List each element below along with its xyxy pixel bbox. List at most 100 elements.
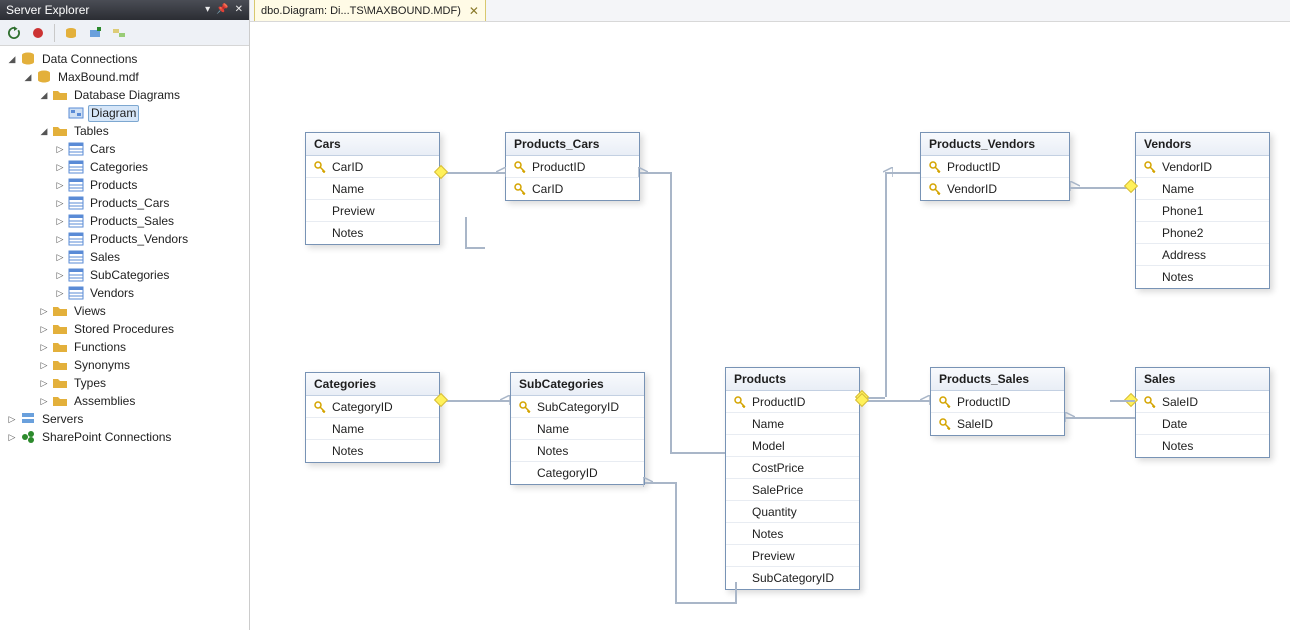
- collapse-icon[interactable]: ◢: [38, 125, 50, 137]
- tree-node-folder[interactable]: ▷Functions: [2, 338, 249, 356]
- table-column[interactable]: SubCategoryID: [511, 396, 644, 418]
- table-column[interactable]: Date: [1136, 413, 1269, 435]
- tree-node-table[interactable]: ▷Products: [2, 176, 249, 194]
- db-table-products[interactable]: ProductsProductIDNameModelCostPriceSaleP…: [725, 367, 860, 590]
- table-column[interactable]: Name: [726, 413, 859, 435]
- expand-icon[interactable]: ▷: [54, 251, 66, 263]
- tree-node-db[interactable]: ◢ MaxBound.mdf: [2, 68, 249, 86]
- close-icon[interactable]: ✕: [235, 0, 243, 20]
- table-column[interactable]: VendorID: [921, 178, 1069, 200]
- refresh-button[interactable]: [4, 23, 24, 43]
- expand-icon[interactable]: ▷: [54, 287, 66, 299]
- table-column[interactable]: Quantity: [726, 501, 859, 523]
- tree-node-table[interactable]: ▷Cars: [2, 140, 249, 158]
- tree-node-table[interactable]: ▷Categories: [2, 158, 249, 176]
- expand-icon[interactable]: ▷: [54, 269, 66, 281]
- tree-node-folder[interactable]: ▷Views: [2, 302, 249, 320]
- expand-icon[interactable]: ▷: [6, 431, 18, 443]
- expand-icon[interactable]: ▷: [38, 323, 50, 335]
- tree-node-diagram-item[interactable]: Diagram: [2, 104, 249, 122]
- tree-node-table[interactable]: ▷Products_Cars: [2, 194, 249, 212]
- table-column[interactable]: Model: [726, 435, 859, 457]
- expand-icon[interactable]: ▷: [38, 305, 50, 317]
- tree-node-folder[interactable]: ▷Stored Procedures: [2, 320, 249, 338]
- diagram-canvas[interactable]: CarsCarIDNamePreviewNotesProducts_CarsPr…: [250, 22, 1290, 630]
- table-column[interactable]: Address: [1136, 244, 1269, 266]
- table-column[interactable]: Name: [306, 178, 439, 200]
- table-header[interactable]: SubCategories: [511, 373, 644, 396]
- link-button[interactable]: [109, 23, 129, 43]
- expand-icon[interactable]: ▷: [38, 359, 50, 371]
- pin-icon[interactable]: 📌: [216, 0, 228, 20]
- tree-node-diagrams[interactable]: ◢ Database Diagrams: [2, 86, 249, 104]
- expand-icon[interactable]: ▷: [54, 179, 66, 191]
- table-column[interactable]: VendorID: [1136, 156, 1269, 178]
- tree-node-servers[interactable]: ▷ Servers: [2, 410, 249, 428]
- db-table-vendors[interactable]: VendorsVendorIDNamePhone1Phone2AddressNo…: [1135, 132, 1270, 289]
- add-server-button[interactable]: [85, 23, 105, 43]
- collapse-icon[interactable]: ◢: [6, 53, 18, 65]
- table-column[interactable]: SaleID: [1136, 391, 1269, 413]
- tree-node-table[interactable]: ▷Products_Sales: [2, 212, 249, 230]
- table-column[interactable]: CategoryID: [306, 396, 439, 418]
- table-header[interactable]: Cars: [306, 133, 439, 156]
- db-table-sales[interactable]: SalesSaleIDDateNotes: [1135, 367, 1270, 458]
- expand-icon[interactable]: ▷: [54, 143, 66, 155]
- collapse-icon[interactable]: ◢: [22, 71, 34, 83]
- table-header[interactable]: Products: [726, 368, 859, 391]
- tab-close-icon[interactable]: ✕: [469, 4, 479, 18]
- db-table-subcategories[interactable]: SubCategoriesSubCategoryIDNameNotesCateg…: [510, 372, 645, 485]
- table-column[interactable]: ProductID: [506, 156, 639, 178]
- tree-node-folder[interactable]: ▷Synonyms: [2, 356, 249, 374]
- db-table-products_sales[interactable]: Products_SalesProductIDSaleID: [930, 367, 1065, 436]
- table-column[interactable]: CostPrice: [726, 457, 859, 479]
- expand-icon[interactable]: ▷: [54, 197, 66, 209]
- db-table-products_vendors[interactable]: Products_VendorsProductIDVendorID: [920, 132, 1070, 201]
- tree-node-data-connections[interactable]: ◢ Data Connections: [2, 50, 249, 68]
- expand-icon[interactable]: ▷: [38, 377, 50, 389]
- table-column[interactable]: SalePrice: [726, 479, 859, 501]
- tree-node-table[interactable]: ▷Sales: [2, 248, 249, 266]
- tree-node-sharepoint[interactable]: ▷ SharePoint Connections: [2, 428, 249, 446]
- db-table-cars[interactable]: CarsCarIDNamePreviewNotes: [305, 132, 440, 245]
- table-header[interactable]: Products_Vendors: [921, 133, 1069, 156]
- table-column[interactable]: Notes: [1136, 266, 1269, 288]
- expand-icon[interactable]: ▷: [6, 413, 18, 425]
- table-column[interactable]: SubCategoryID: [726, 567, 859, 589]
- tree-node-table[interactable]: ▷Products_Vendors: [2, 230, 249, 248]
- expand-icon[interactable]: ▷: [38, 395, 50, 407]
- table-column[interactable]: Notes: [511, 440, 644, 462]
- expand-icon[interactable]: ▷: [54, 233, 66, 245]
- expand-icon[interactable]: ▷: [54, 161, 66, 173]
- table-column[interactable]: ProductID: [931, 391, 1064, 413]
- table-header[interactable]: Products_Cars: [506, 133, 639, 156]
- table-header[interactable]: Sales: [1136, 368, 1269, 391]
- tree-view[interactable]: ◢ Data Connections ◢ MaxBound.mdf ◢ Data…: [0, 46, 249, 630]
- table-column[interactable]: Notes: [306, 440, 439, 462]
- table-column[interactable]: ProductID: [921, 156, 1069, 178]
- collapse-icon[interactable]: ◢: [38, 89, 50, 101]
- table-column[interactable]: SaleID: [931, 413, 1064, 435]
- table-header[interactable]: Categories: [306, 373, 439, 396]
- tree-node-table[interactable]: ▷Vendors: [2, 284, 249, 302]
- stop-button[interactable]: [28, 23, 48, 43]
- table-header[interactable]: Products_Sales: [931, 368, 1064, 391]
- table-column[interactable]: Name: [306, 418, 439, 440]
- table-column[interactable]: ProductID: [726, 391, 859, 413]
- tree-node-folder[interactable]: ▷Types: [2, 374, 249, 392]
- table-column[interactable]: Preview: [726, 545, 859, 567]
- tree-node-table[interactable]: ▷SubCategories: [2, 266, 249, 284]
- table-column[interactable]: CarID: [306, 156, 439, 178]
- expand-icon[interactable]: ▷: [38, 341, 50, 353]
- dropdown-icon[interactable]: ▾: [205, 0, 210, 20]
- connect-db-button[interactable]: [61, 23, 81, 43]
- db-table-products_cars[interactable]: Products_CarsProductIDCarID: [505, 132, 640, 201]
- panel-title-bar[interactable]: Server Explorer ▾ 📌 ✕: [0, 0, 249, 20]
- table-column[interactable]: CarID: [506, 178, 639, 200]
- table-column[interactable]: Name: [511, 418, 644, 440]
- table-column[interactable]: Name: [1136, 178, 1269, 200]
- table-column[interactable]: CategoryID: [511, 462, 644, 484]
- db-table-categories[interactable]: CategoriesCategoryIDNameNotes: [305, 372, 440, 463]
- table-column[interactable]: Phone2: [1136, 222, 1269, 244]
- expand-icon[interactable]: ▷: [54, 215, 66, 227]
